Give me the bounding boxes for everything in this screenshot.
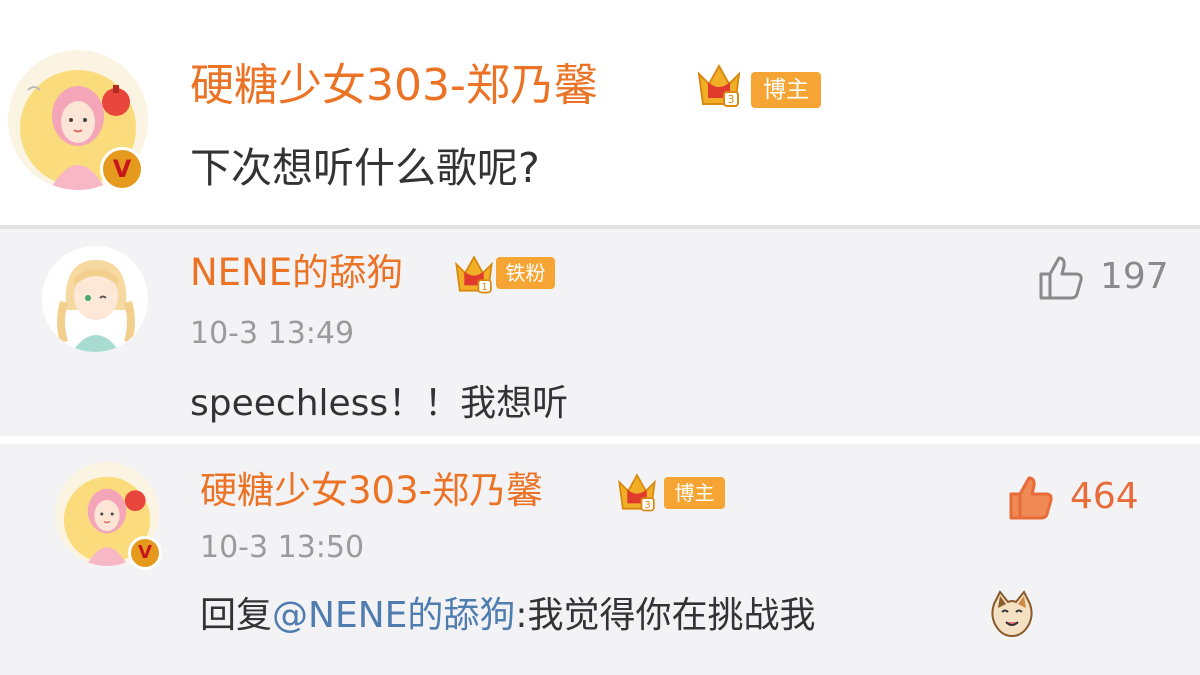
verified-v-icon: V	[100, 147, 144, 191]
like-thumb-icon[interactable]	[1037, 252, 1087, 302]
post-header	[0, 0, 1200, 225]
like-count: 197	[1100, 256, 1169, 297]
divider	[0, 436, 1200, 444]
verified-v-icon: V	[128, 536, 162, 570]
vip-crown-icon: 3	[618, 473, 656, 512]
comment-text: 回复@NENE的舔狗:我觉得你在挑战我	[200, 590, 816, 642]
reply-prefix: 回复	[200, 595, 273, 636]
comment-text: speechless！！我想听	[190, 383, 569, 424]
avatar[interactable]	[42, 246, 148, 352]
cat-emoji-icon	[991, 590, 1033, 638]
comment-time: 10-3 13:49	[190, 316, 355, 351]
post-author[interactable]: 硬糖少女303-郑乃馨	[190, 58, 598, 114]
comment-item-1[interactable]	[0, 229, 1200, 436]
comment-author[interactable]: 硬糖少女303-郑乃馨	[200, 466, 543, 516]
svg-text:3: 3	[645, 500, 651, 511]
vip-crown-icon: 1	[455, 255, 493, 294]
svg-text:1: 1	[482, 282, 488, 293]
post-text: 下次想听什么歌呢?	[190, 144, 540, 192]
vip-crown-icon: 3	[697, 63, 741, 107]
like-thumb-icon[interactable]	[1007, 472, 1057, 522]
like-count: 464	[1070, 476, 1139, 517]
status-badge: 博主	[664, 477, 725, 509]
comment-author[interactable]: NENE的舔狗	[190, 248, 403, 298]
status-badge: 博主	[751, 72, 821, 108]
comment-time: 10-3 13:50	[200, 530, 365, 565]
reply-text: :我觉得你在挑战我	[515, 595, 816, 636]
mention-link[interactable]: @NENE的舔狗	[272, 595, 515, 636]
fan-badge: 铁粉	[496, 257, 555, 289]
svg-text:3: 3	[728, 93, 735, 106]
